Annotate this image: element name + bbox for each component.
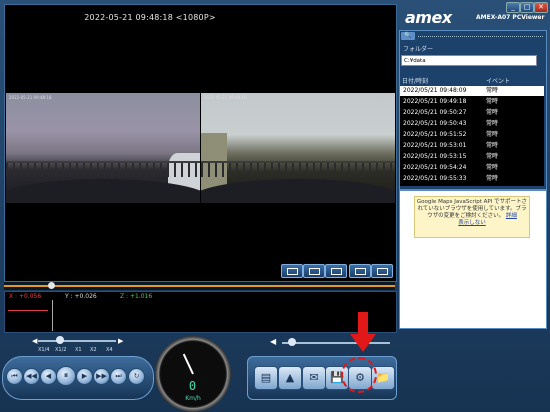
video-area[interactable]: 2022-05-21 09:48:18 <1080P> 2022-05-21 0… [4, 4, 397, 282]
video-timestamp: 2022-05-21 09:48:18 <1080P> [84, 13, 216, 22]
rear-camera-fence [201, 161, 395, 177]
event-type: 常時 [486, 120, 499, 127]
loop-icon[interactable]: ↻ [128, 368, 145, 385]
event-date: 2022/05/21 09:51:52 [403, 131, 467, 138]
layout-fullscreen-button[interactable] [371, 264, 393, 278]
speed-slider[interactable] [38, 340, 116, 342]
speed-slider-handle[interactable] [56, 336, 64, 344]
gsensor-z-label: Z : +1.016 [120, 293, 153, 300]
speed-down-icon[interactable]: ◀ [32, 337, 37, 345]
event-date: 2022/05/21 09:53:01 [403, 142, 467, 149]
file-list-icon[interactable]: ▤ [254, 366, 278, 390]
event-date: 2022/05/21 09:50:27 [403, 109, 467, 116]
layout-pip-button[interactable] [325, 264, 347, 278]
volume-icon[interactable]: ◀ [270, 337, 276, 346]
speed-label-half: X1/2 [55, 347, 67, 353]
event-date: 2022/05/21 09:53:15 [403, 153, 467, 160]
gsensor-x-label: X : +0.056 [9, 293, 42, 300]
gsensor-y-label: Y : +0.026 [65, 293, 97, 300]
skip-end-icon[interactable]: ⏭ [110, 368, 127, 385]
seek-bar-handle[interactable] [47, 282, 55, 289]
event-list-row[interactable]: 2022/05/21 09:48:09 常時 [400, 86, 544, 96]
speed-up-icon[interactable]: ▶ [118, 337, 123, 345]
skip-start-icon[interactable]: ⏮ [6, 368, 23, 385]
speed-label-4x: X4 [106, 347, 113, 353]
event-list-row[interactable]: 2022/05/21 09:54:24 常時 [400, 163, 544, 173]
column-header-date[interactable]: 日付/時刻 [402, 76, 428, 85]
search-icon[interactable]: 🔍 [401, 32, 415, 40]
speed-label-quarter: X1/4 [38, 347, 50, 353]
folder-path-field[interactable]: C:¥data [401, 55, 537, 66]
event-type: 常時 [486, 142, 499, 149]
layout-split-button[interactable] [303, 264, 325, 278]
maximize-button[interactable]: □ [520, 2, 534, 13]
step-forward-icon[interactable]: ▶ [76, 368, 93, 385]
rear-camera-osd: 2022-05-21 09:48:18 [204, 95, 247, 100]
event-list[interactable]: 2022/05/21 09:48:09 常時 2022/05/21 09:49:18… [400, 86, 544, 186]
front-camera-hood [6, 179, 200, 203]
speed-readout: 0 [188, 379, 198, 393]
column-header-event[interactable]: イベント [486, 76, 510, 85]
gsensor-x-trace [8, 310, 48, 311]
pause-icon[interactable]: ⏸ [56, 366, 76, 386]
event-type: 常時 [486, 87, 499, 94]
layout-single-button[interactable] [281, 264, 303, 278]
event-type: 常時 [486, 175, 499, 182]
map-dismiss-link[interactable]: 表示しない [458, 220, 486, 226]
close-button[interactable]: ✕ [534, 2, 548, 13]
fast-forward-icon[interactable]: ▶▶ [93, 368, 110, 385]
event-type: 常時 [486, 98, 499, 105]
event-list-row[interactable]: 2022/05/21 09:51:52 常時 [400, 130, 544, 140]
event-type: 常時 [486, 164, 499, 171]
event-type: 常時 [486, 153, 499, 160]
rear-camera-view[interactable]: 2022-05-21 09:48:18 [201, 93, 395, 203]
settings-highlight-circle [341, 357, 377, 393]
red-arrow-icon [350, 312, 376, 352]
front-camera-view[interactable]: 2022-05-21 09:48:18 [6, 93, 200, 203]
event-date: 2022/05/21 09:49:18 [403, 98, 467, 105]
front-camera-osd: 2022-05-21 09:48:18 [9, 95, 52, 100]
event-list-row[interactable]: 2022/05/21 09:50:43 常時 [400, 119, 544, 129]
event-list-row[interactable]: 2022/05/21 09:50:27 常時 [400, 108, 544, 118]
event-list-row[interactable]: 2022/05/21 09:49:18 常時 [400, 97, 544, 107]
volume-slider-handle[interactable] [288, 338, 296, 346]
speed-unit-label: Km/h [185, 395, 201, 402]
amex-logo: amex [405, 8, 452, 27]
map-details-link[interactable]: 詳細 [506, 213, 517, 219]
step-back-icon[interactable]: ◀ [40, 368, 57, 385]
search-separator [418, 36, 543, 37]
event-date: 2022/05/21 09:50:43 [403, 120, 467, 127]
event-date: 2022/05/21 09:55:33 [403, 175, 467, 182]
gsensor-graph: X : +0.056 Y : +0.026 Z : +1.016 [4, 291, 397, 333]
event-list-row[interactable]: 2022/05/21 09:53:15 常時 [400, 152, 544, 162]
speed-label-1x: X1 [75, 347, 82, 353]
event-date: 2022/05/21 09:54:24 [403, 164, 467, 171]
gsensor-cursor [52, 300, 53, 331]
rear-camera-hood [201, 179, 395, 203]
rewind-icon[interactable]: ◀◀ [23, 368, 40, 385]
event-date: 2022/05/21 09:48:09 [403, 87, 467, 94]
event-list-row[interactable]: 2022/05/21 09:53:01 常時 [400, 141, 544, 151]
speed-label-2x: X2 [90, 347, 97, 353]
layout-swap-button[interactable] [349, 264, 371, 278]
front-camera-fence [6, 161, 200, 177]
app-title: AMEX-A07 PCViewer [476, 14, 545, 21]
event-type: 常時 [486, 131, 499, 138]
email-icon[interactable]: ✉ [302, 366, 326, 390]
event-list-row[interactable]: 2022/05/21 09:55:33 常時 [400, 174, 544, 184]
upload-icon[interactable]: ▲ [278, 366, 302, 390]
minimize-button[interactable]: _ [506, 2, 520, 13]
map-browser-notice: Google Maps JavaScript API でサポートされていないブラ… [414, 196, 530, 238]
seek-bar-fill [4, 285, 395, 287]
event-type: 常時 [486, 109, 499, 116]
folder-label: フォルダー [403, 46, 434, 53]
